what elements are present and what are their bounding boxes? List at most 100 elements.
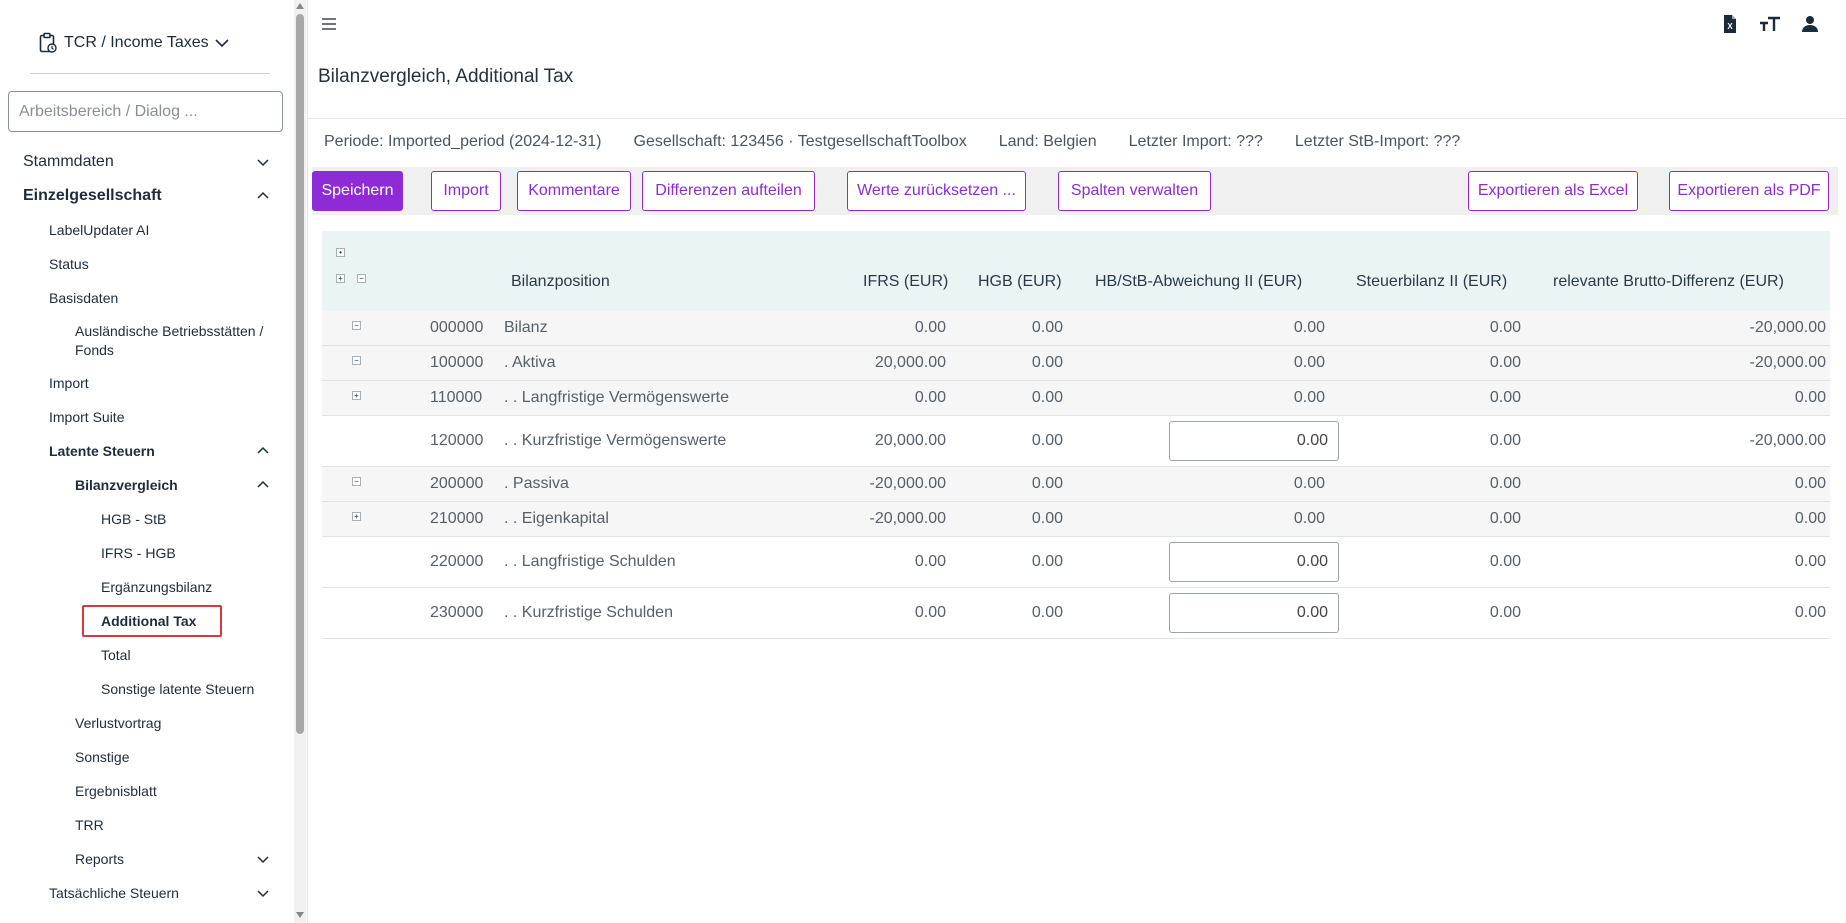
row-position-name: . . Eigenkapital — [504, 510, 609, 527]
sidebar-item-label: Import — [49, 374, 89, 391]
info-bar: Periode: Imported_period (2024-12-31) Ge… — [324, 133, 1460, 151]
collapse-row-icon[interactable]: − — [352, 321, 361, 330]
reset-values-button[interactable]: Werte zurücksetzen ... — [847, 171, 1026, 211]
row-position-name: . . Langfristige Vermögenswerte — [504, 389, 730, 406]
row-steuerbilanz-value: 0.00 — [1489, 354, 1521, 371]
chevron-down-icon[interactable] — [256, 155, 270, 169]
collapse-all-icon[interactable]: − — [357, 274, 366, 283]
sidebar-item[interactable]: Additional Tax — [0, 604, 292, 638]
grid-header: • + − Bilanzposition IFRS (EUR) HGB (EUR… — [322, 231, 1830, 311]
header-brutto[interactable]: relevante Brutto-Differenz (EUR) — [1553, 273, 1784, 291]
sidebar-item[interactable]: TRR — [0, 808, 292, 842]
sidebar-item[interactable]: Ausländische Betriebsstätten / Fonds — [0, 315, 292, 366]
sidebar-item[interactable]: Basisdaten — [0, 281, 292, 315]
sidebar-item[interactable]: LabelUpdater AI — [0, 213, 292, 247]
sidebar-item[interactable]: Einzelgesellschaft — [0, 179, 292, 213]
expand-row-icon[interactable]: + — [352, 512, 361, 521]
sidebar-item[interactable]: Reports — [0, 842, 292, 876]
header-steuerbilanz[interactable]: Steuerbilanz II (EUR) — [1356, 273, 1507, 291]
sidebar-item[interactable]: Ergebnisblatt — [0, 774, 292, 808]
balance-comparison-grid: • + − Bilanzposition IFRS (EUR) HGB (EUR… — [322, 231, 1830, 639]
collapse-row-icon[interactable]: − — [352, 356, 361, 365]
row-steuerbilanz-value: 0.00 — [1489, 319, 1521, 336]
sidebar-item[interactable]: HGB - StB — [0, 502, 292, 536]
manage-columns-button[interactable]: Spalten verwalten — [1058, 171, 1211, 211]
sidebar-divider — [30, 73, 270, 74]
workspace-search-input[interactable] — [8, 91, 283, 132]
sidebar-item[interactable]: Sonstige latente Steuern — [0, 672, 292, 706]
row-ifrs-value: 20,000.00 — [874, 354, 946, 371]
app-switcher[interactable]: TCR / Income Taxes — [38, 32, 229, 54]
app-title: TCR / Income Taxes — [64, 34, 209, 51]
collapse-row-icon[interactable]: − — [352, 477, 361, 486]
sidebar-item[interactable]: Latente Steuern — [0, 434, 292, 468]
table-row: 220000 . . Langfristige Schulden 0.00 0.00 0… — [322, 537, 1830, 588]
row-position-name: . . Kurzfristige Vermögenswerte — [504, 432, 727, 449]
chevron-up-icon[interactable] — [256, 189, 270, 203]
row-brutto-value: -20,000.00 — [1749, 319, 1826, 336]
sidebar-item-label: Bilanzvergleich — [75, 476, 178, 493]
row-steuerbilanz-value: 0.00 — [1489, 432, 1521, 449]
hamburger-icon[interactable] — [320, 14, 340, 34]
row-ifrs-value: -20,000.00 — [869, 510, 946, 527]
company-info: Gesellschaft: 123456 · TestgesellschaftT… — [633, 133, 967, 150]
row-hgb-value: 0.00 — [1031, 354, 1063, 371]
chevron-down-icon[interactable] — [256, 886, 270, 900]
save-button[interactable]: Speichern — [312, 171, 403, 211]
row-hgb-value: 0.00 — [1031, 475, 1063, 492]
import-button[interactable]: Import — [431, 171, 501, 211]
header-hgb[interactable]: HGB (EUR) — [978, 273, 1062, 291]
row-steuerbilanz-value: 0.00 — [1489, 553, 1521, 570]
sidebar-item[interactable]: Stammdaten — [0, 145, 292, 179]
sidebar-item[interactable]: Status — [0, 247, 292, 281]
table-row: − 100000 . Aktiva 20,000.00 0.00 0.00 0.00 -20,… — [322, 346, 1830, 381]
row-brutto-value: 0.00 — [1794, 475, 1826, 492]
scrollbar-thumb[interactable] — [296, 14, 304, 734]
sidebar-item[interactable]: Bilanzvergleich — [0, 468, 292, 502]
header-position[interactable]: Bilanzposition — [511, 273, 610, 291]
hbstb-deviation-input[interactable] — [1169, 542, 1339, 582]
text-size-icon[interactable] — [1758, 12, 1782, 36]
sidebar-item[interactable]: Sonstige — [0, 740, 292, 774]
header-ifrs[interactable]: IFRS (EUR) — [863, 273, 948, 291]
chevron-down-icon[interactable] — [256, 852, 270, 866]
hbstb-deviation-input[interactable] — [1169, 421, 1339, 461]
expand-all-icon[interactable]: + — [336, 274, 345, 283]
row-hbstb-value: 0.00 — [1293, 475, 1325, 492]
table-row: 120000 . . Kurzfristige Vermögenswerte 20,… — [322, 416, 1830, 467]
row-hgb-value: 0.00 — [1031, 389, 1063, 406]
expand-row-icon[interactable]: + — [352, 391, 361, 400]
row-position-name: . . Langfristige Schulden — [504, 553, 676, 570]
chevron-down-icon — [215, 38, 229, 48]
table-row: +110000 . . Langfristige Vermögenswerte 0.… — [322, 381, 1830, 416]
sidebar-item[interactable]: Verlustvortrag — [0, 706, 292, 740]
sidebar-nav: Stammdaten Einzelgesellschaft LabelUpdater… — [0, 145, 292, 910]
sidebar-item-label: Sonstige latente Steuern — [101, 680, 255, 697]
chevron-up-icon[interactable] — [256, 478, 270, 492]
user-icon[interactable] — [1798, 12, 1822, 36]
export-excel-button[interactable]: Exportieren als Excel — [1468, 171, 1638, 211]
header-hbstb[interactable]: HB/StB-Abweichung II (EUR) — [1095, 273, 1302, 291]
sidebar-item-label: HGB - StB — [101, 510, 167, 527]
row-position-name: . . Kurzfristige Schulden — [504, 604, 673, 621]
excel-file-icon[interactable]: X — [1718, 12, 1742, 36]
sidebar-item[interactable]: IFRS - HGB — [0, 536, 292, 570]
toggle-all-icon[interactable]: • — [336, 248, 345, 257]
sidebar-item[interactable]: Ergänzungsbilanz — [0, 570, 292, 604]
split-differences-button[interactable]: Differenzen aufteilen — [642, 171, 815, 211]
hbstb-deviation-input[interactable] — [1169, 593, 1339, 633]
sidebar-item[interactable]: Import — [0, 366, 292, 400]
scroll-up-arrow-icon[interactable] — [296, 3, 304, 9]
sidebar-item-label: Total — [101, 646, 131, 663]
row-position-name: . Passiva — [504, 475, 569, 492]
row-brutto-value: -20,000.00 — [1749, 354, 1826, 371]
scroll-down-arrow-icon[interactable] — [296, 912, 304, 918]
export-pdf-button[interactable]: Exportieren als PDF — [1669, 171, 1829, 211]
sidebar-item[interactable]: Import Suite — [0, 400, 292, 434]
comments-button[interactable]: Kommentare — [517, 171, 631, 211]
sidebar-item[interactable]: Total — [0, 638, 292, 672]
sidebar-item[interactable]: Tatsächliche Steuern — [0, 876, 292, 910]
chevron-up-icon[interactable] — [256, 444, 270, 458]
sidebar-item-label: Ergebnisblatt — [75, 782, 157, 799]
sidebar-item-label: Sonstige — [75, 748, 130, 765]
